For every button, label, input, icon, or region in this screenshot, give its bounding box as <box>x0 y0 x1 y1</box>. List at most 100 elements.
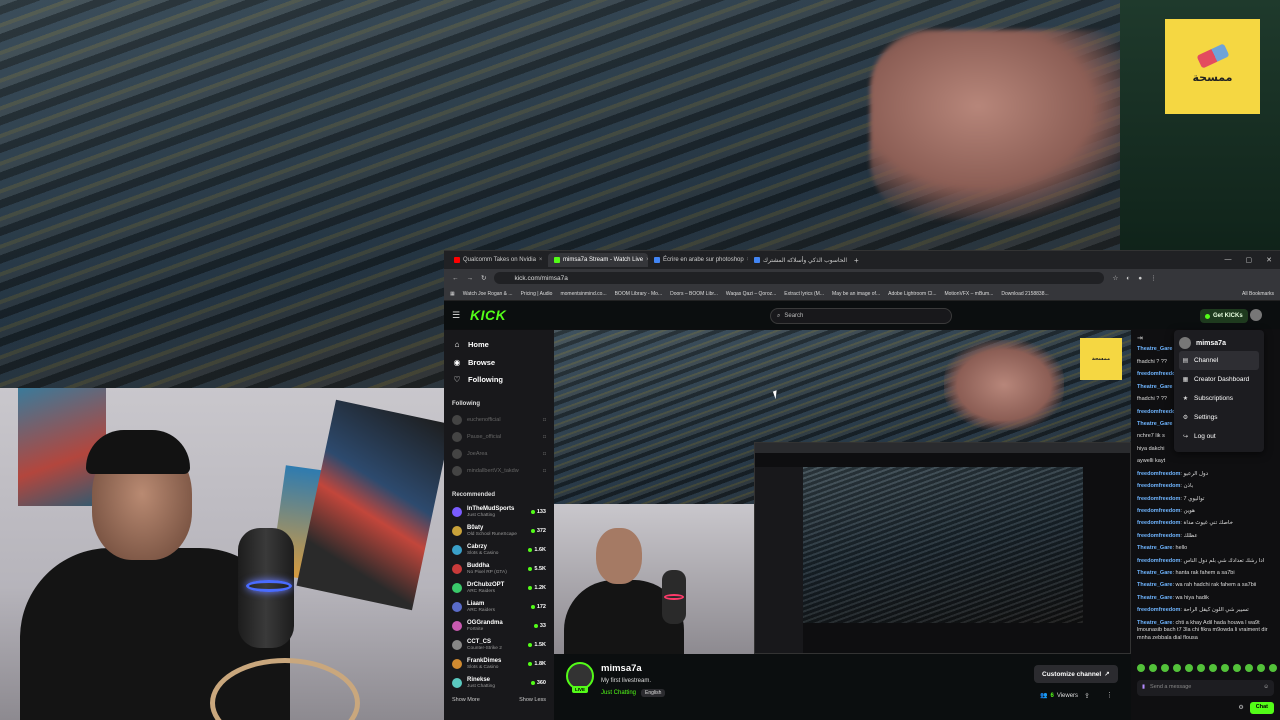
chat-username[interactable]: Theatre_Gare <box>1137 582 1172 588</box>
more-options-icon[interactable]: ⋮ <box>1106 691 1113 699</box>
show-more-button[interactable]: Show More <box>452 697 480 703</box>
following-channel[interactable]: euchenofficial ◘ <box>452 412 546 429</box>
video-player[interactable]: ممسحة <box>554 330 1131 654</box>
url-field[interactable]: kick.com/mimsa7a <box>494 272 1105 284</box>
chat-username[interactable]: Theatre_Gare <box>1137 545 1172 551</box>
bookmark[interactable]: Pricing | Audio <box>521 291 553 297</box>
emote-icon[interactable] <box>1221 664 1229 672</box>
chat-username[interactable]: freedomfreedom <box>1137 483 1180 489</box>
all-bookmarks[interactable]: All Bookmarks <box>1242 291 1274 297</box>
bookmark[interactable]: Adobe Lightroom Cl... <box>888 291 936 297</box>
nav-following[interactable]: ♡ Following <box>452 371 546 389</box>
bookmark[interactable]: MotionVFX – mBum... <box>944 291 993 297</box>
menu-icon[interactable]: ⋮ <box>1150 274 1157 282</box>
emote-icon[interactable] <box>1149 664 1157 672</box>
recommended-channel[interactable]: FrankDimes Slots & Casino 1.8K <box>452 655 546 674</box>
chat-username[interactable]: Theatre_Gare <box>1137 595 1172 601</box>
get-kicks-button[interactable]: Get KICKs <box>1200 309 1248 323</box>
emote-icon[interactable] <box>1269 664 1277 672</box>
emote-icon[interactable] <box>1257 664 1265 672</box>
browser-tab-active[interactable]: mimsa7a Stream - Watch Live × <box>548 253 648 267</box>
customize-channel-button[interactable]: Customize channel ↗ <box>1034 665 1118 683</box>
chat-username[interactable]: freedomfreedom <box>1137 471 1180 477</box>
mic-icon[interactable]: ▮ <box>1142 684 1145 691</box>
chat-username[interactable]: freedomfreedom <box>1137 496 1180 502</box>
emote-icon[interactable] <box>1197 664 1205 672</box>
bookmark[interactable]: Extract lyrics (M... <box>784 291 824 297</box>
chat-message-input[interactable]: ▮ Send a message ☺ <box>1137 680 1274 696</box>
bookmark[interactable]: Doors – BOOM Libr... <box>670 291 718 297</box>
language-tag[interactable]: English <box>641 689 666 697</box>
menu-item-settings[interactable]: ⚙ Settings <box>1179 408 1259 427</box>
minimize-icon[interactable]: — <box>1225 256 1232 264</box>
reload-icon[interactable]: ↻ <box>481 274 486 282</box>
profile-icon[interactable]: ● <box>1138 275 1142 282</box>
star-icon[interactable]: ☆ <box>1112 274 1118 282</box>
emote-icon[interactable] <box>1185 664 1193 672</box>
browser-tab[interactable]: Qualcomm Takes on Nvidia × <box>448 253 548 267</box>
recommended-channel[interactable]: Buddha No Pixel RP (GTA) 5.5K <box>452 560 546 579</box>
search-input[interactable]: ⌕ Search <box>770 308 952 324</box>
following-channel[interactable]: Pause_official ◘ <box>452 429 546 446</box>
chat-username[interactable]: Theatre_Gare <box>1137 384 1172 390</box>
nav-home[interactable]: ⌂ Home <box>452 336 546 354</box>
close-window-icon[interactable]: ✕ <box>1266 256 1272 264</box>
show-less-button[interactable]: Show Less <box>519 697 546 703</box>
recommended-channel[interactable]: Rinekse Just Chatting 360 <box>452 674 546 693</box>
menu-item-creator-dashboard[interactable]: ▦ Creator Dashboard <box>1179 370 1259 389</box>
browser-tab[interactable]: Écrire en arabe sur photoshop × <box>648 253 748 267</box>
chat-settings-icon[interactable]: ⚙ <box>1238 704 1243 712</box>
bookmark[interactable]: Watch Joe Rogan & ... <box>463 291 513 297</box>
stream-category[interactable]: Just Chatting <box>601 690 636 696</box>
close-icon[interactable]: × <box>539 257 543 263</box>
emote-icon[interactable] <box>1245 664 1253 672</box>
chat-username[interactable]: freedomfreedom <box>1137 558 1180 564</box>
apps-icon[interactable]: ▦ <box>450 291 455 297</box>
recommended-channel[interactable]: Cabrzy Slots & Casino 1.6K <box>452 541 546 560</box>
back-icon[interactable]: ← <box>452 275 459 282</box>
chat-username[interactable]: freedomfreedom <box>1137 508 1180 514</box>
following-channel[interactable]: mindallbertVX_takdw ◘ <box>452 463 546 480</box>
chat-username[interactable]: Theatre_Gare <box>1137 421 1172 427</box>
share-icon[interactable]: ⇪ <box>1084 692 1090 700</box>
maximize-icon[interactable]: ▢ <box>1246 256 1253 264</box>
bookmark[interactable]: momentsinmind.co... <box>560 291 606 297</box>
bookmark[interactable]: Download 2158838... <box>1001 291 1048 297</box>
bookmark[interactable]: BOOM Library - Mo... <box>615 291 663 297</box>
recommended-channel[interactable]: Liaam ARC Raiders 172 <box>452 598 546 617</box>
emote-icon[interactable] <box>1137 664 1145 672</box>
new-tab-button[interactable]: + <box>848 256 865 265</box>
kick-logo[interactable]: KICK <box>470 307 506 323</box>
menu-item-subscriptions[interactable]: ★ Subscriptions <box>1179 389 1259 408</box>
bookmark[interactable]: May be an image of... <box>832 291 880 297</box>
recommended-channel[interactable]: CCT_CS Counter-Strike 2 1.5K <box>452 636 546 655</box>
recommended-channel[interactable]: DrChubzOPT ARC Raiders 1.2K <box>452 579 546 598</box>
user-avatar[interactable] <box>1250 309 1262 321</box>
hamburger-menu-icon[interactable]: ☰ <box>452 310 464 321</box>
extensions-icon[interactable]: ◐ <box>1126 275 1130 282</box>
browser-tab[interactable]: الحاسوب الذكي وأسلاكه المشترك × <box>748 253 848 267</box>
recommended-channel[interactable]: InTheMudSports Just Chatting 133 <box>452 503 546 522</box>
recommended-channel[interactable]: OGGrandma Fortnite 33 <box>452 617 546 636</box>
following-channel[interactable]: JoeArea ◘ <box>452 446 546 463</box>
chat-send-button[interactable]: Chat <box>1249 702 1274 714</box>
emote-icon[interactable] <box>1233 664 1241 672</box>
chat-username[interactable]: freedomfreedom <box>1137 533 1180 539</box>
menu-item-log-out[interactable]: ↪ Log out <box>1179 427 1259 446</box>
menu-item-channel[interactable]: ▤ Channel <box>1179 351 1259 370</box>
channel-name[interactable]: mimsa7a <box>601 663 642 674</box>
chat-username[interactable]: freedomfreedom <box>1137 607 1180 613</box>
forward-icon[interactable]: → <box>467 275 474 282</box>
chat-username[interactable]: freedomfreedom <box>1137 520 1180 526</box>
emoji-icon[interactable]: ☺ <box>1263 684 1269 691</box>
emote-icon[interactable] <box>1173 664 1181 672</box>
chat-username[interactable]: Theatre_Gare <box>1137 620 1172 626</box>
microphone-light <box>664 594 684 600</box>
chat-username[interactable]: Theatre_Gare <box>1137 570 1172 576</box>
chat-username[interactable]: Theatre_Gare <box>1137 346 1172 352</box>
emote-icon[interactable] <box>1209 664 1217 672</box>
bookmark[interactable]: Waqas Qazi – Qoroz... <box>726 291 776 297</box>
emote-icon[interactable] <box>1161 664 1169 672</box>
nav-browse[interactable]: ◉ Browse <box>452 354 546 372</box>
recommended-channel[interactable]: B0aty Old School RuneScape 372 <box>452 522 546 541</box>
